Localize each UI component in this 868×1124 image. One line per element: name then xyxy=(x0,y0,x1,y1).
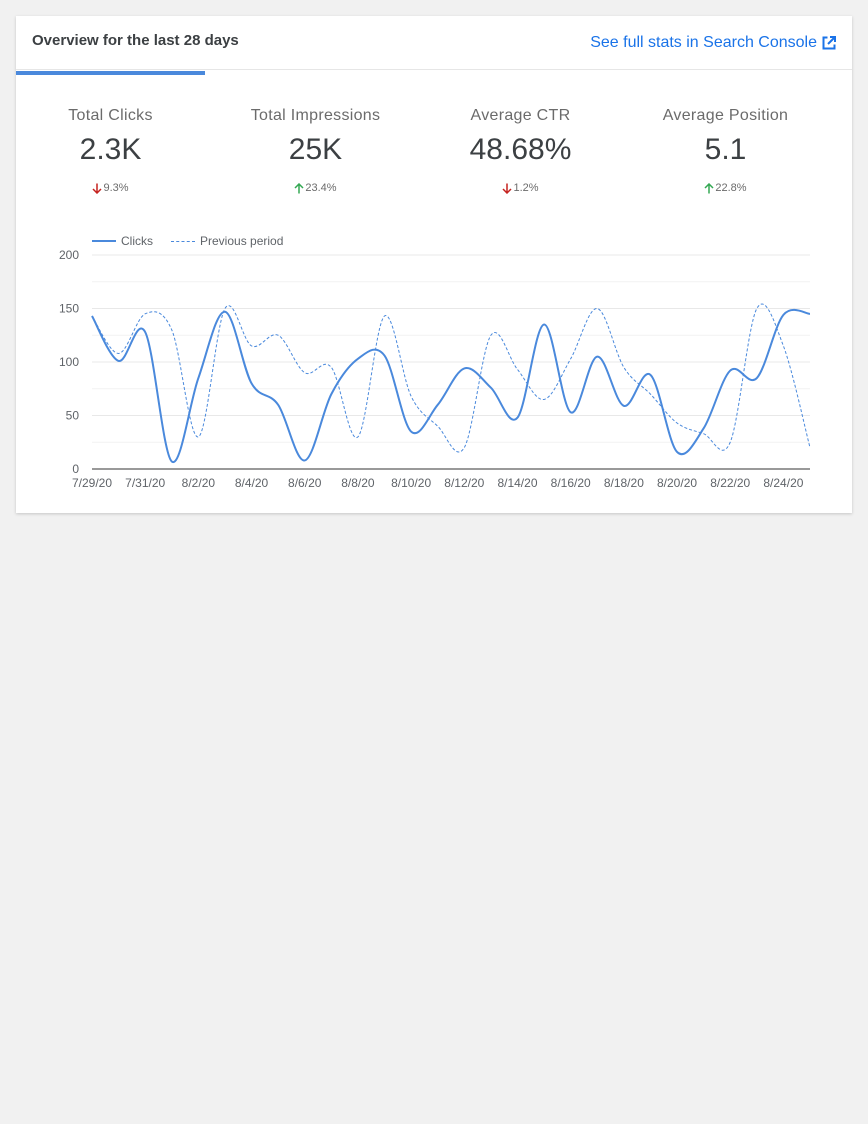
metric-total-impressions[interactable]: Total Impressions 25K 23.4% xyxy=(221,71,410,196)
legend-item-previous-period[interactable]: Previous period xyxy=(171,234,283,248)
metric-label: Total Impressions xyxy=(250,107,381,124)
metric-change-value: 1.2% xyxy=(513,182,539,194)
metric-change-value: 22.8% xyxy=(715,182,747,194)
metrics-row: Total Clicks 2.3K 9.3% Total Impressions… xyxy=(16,71,836,201)
card-title: Overview for the last 28 days xyxy=(32,32,239,49)
arrow-down-icon xyxy=(502,183,512,194)
metric-total-clicks[interactable]: Total Clicks 2.3K 9.3% xyxy=(16,71,205,196)
legend-swatch-dashed xyxy=(171,240,195,242)
chart-legend: Clicks Previous period xyxy=(92,234,301,248)
metric-label: Average CTR xyxy=(470,107,571,124)
search-console-link[interactable]: See full stats in Search Console xyxy=(590,34,836,52)
metric-change: 1.2% xyxy=(426,182,615,194)
arrow-down-icon xyxy=(92,183,102,194)
arrow-up-icon xyxy=(294,182,304,193)
legend-label: Previous period xyxy=(200,234,284,248)
metric-label: Average Position xyxy=(662,107,789,124)
metric-change: 22.8% xyxy=(631,182,820,194)
metric-value: 25K xyxy=(288,133,343,166)
card-header: Overview for the last 28 days See full s… xyxy=(16,16,852,70)
metric-change-value: 9.3% xyxy=(103,182,129,194)
search-console-link-label: See full stats in Search Console xyxy=(590,34,817,51)
metric-label: Total Clicks xyxy=(68,107,153,124)
metric-change-value: 23.4% xyxy=(305,182,337,194)
external-link-icon xyxy=(822,36,836,50)
metric-value: 5.1 xyxy=(704,133,747,166)
metric-average-position[interactable]: Average Position 5.1 22.8% xyxy=(631,71,820,196)
legend-item-clicks[interactable]: Clicks xyxy=(92,234,153,248)
legend-swatch-solid xyxy=(92,240,116,242)
metric-value: 48.68% xyxy=(469,133,572,166)
arrow-up-icon xyxy=(704,182,714,193)
legend-label: Clicks xyxy=(121,234,153,248)
metric-change: 23.4% xyxy=(221,182,410,194)
metric-value: 2.3K xyxy=(79,133,142,166)
metric-change: 9.3% xyxy=(16,182,205,194)
metric-average-ctr[interactable]: Average CTR 48.68% 1.2% xyxy=(426,71,615,196)
